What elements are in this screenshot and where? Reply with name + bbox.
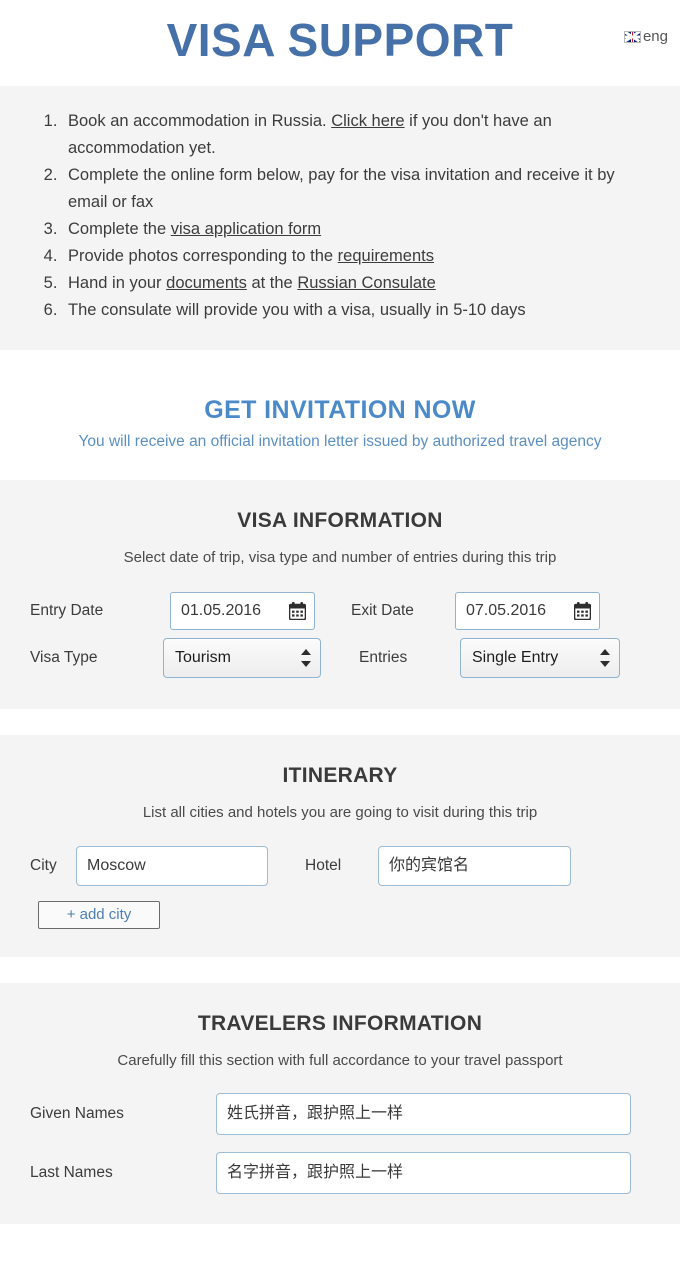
visa-type-label: Visa Type [30, 648, 98, 666]
chevron-updown-icon[interactable] [600, 648, 610, 667]
city-label: City [30, 856, 57, 874]
page-header: VISA SUPPORT eng [0, 0, 680, 86]
visa-information-title: VISA INFORMATION [237, 509, 443, 532]
chevron-updown-icon[interactable] [301, 648, 311, 667]
section-divider [0, 957, 680, 983]
city-hotel-row: City Moscow Hotel 你的宾馆名 [0, 842, 680, 889]
section-divider [0, 709, 680, 735]
given-names-row: Given Names 姓氏拼音，跟护照上一样 [0, 1090, 680, 1137]
calendar-icon[interactable] [289, 601, 306, 620]
instruction-link[interactable]: Russian Consulate [297, 274, 436, 292]
itinerary-subtitle: List all cities and hotels you are going… [142, 804, 538, 821]
instruction-text: Hand in your [68, 274, 167, 292]
dates-row: Entry Date 01.05.2016 Exit Date 07.05.20… [0, 587, 680, 634]
invitation-block: GET INVITATION NOW You will receive an o… [0, 350, 680, 480]
instruction-item: Hand in your documents at the Russian Co… [62, 270, 646, 297]
instruction-link[interactable]: requirements [338, 247, 434, 265]
calendar-icon[interactable] [574, 601, 591, 620]
instruction-item: The consulate will provide you with a vi… [62, 297, 646, 324]
instruction-link[interactable]: documents [166, 274, 247, 292]
entries-label: Entries [359, 648, 408, 666]
instruction-text: Provide photos corresponding to the [68, 247, 338, 265]
given-names-value: 姓氏拼音，跟护照上一样 [227, 1104, 404, 1122]
itinerary-fields: City Moscow Hotel 你的宾馆名 + add city [0, 842, 680, 929]
invitation-title: GET INVITATION NOW [204, 396, 476, 424]
entry-date-label: Entry Date [30, 601, 104, 619]
last-names-value: 名字拼音，跟护照上一样 [227, 1163, 404, 1181]
visa-information-section: VISA INFORMATION Select date of trip, vi… [0, 480, 680, 709]
itinerary-section: ITINERARY List all cities and hotels you… [0, 735, 680, 957]
visa-type-select[interactable]: Tourism [163, 637, 321, 678]
instruction-link[interactable]: Click here [331, 112, 404, 130]
instruction-text: Book an accommodation in Russia. [68, 112, 332, 130]
instruction-item: Book an accommodation in Russia. Click h… [62, 108, 646, 162]
page-title: VISA SUPPORT [166, 14, 514, 66]
given-names-input[interactable]: 姓氏拼音，跟护照上一样 [216, 1092, 631, 1135]
instruction-text: The consulate will provide you with a vi… [68, 301, 526, 319]
uk-flag-icon [623, 30, 641, 43]
instruction-text: at the [246, 274, 298, 292]
instruction-text: Complete the online form below, pay for … [68, 166, 615, 211]
instruction-link[interactable]: visa application form [171, 220, 321, 238]
entry-date-input[interactable]: 01.05.2016 [170, 591, 315, 630]
itinerary-title: ITINERARY [282, 764, 398, 787]
instructions-list: Book an accommodation in Russia. Click h… [0, 108, 680, 324]
hotel-input[interactable]: 你的宾馆名 [378, 845, 571, 886]
exit-date-value: 07.05.2016 [466, 601, 547, 619]
language-label: eng [642, 28, 668, 45]
travelers-information-fields: Given Names 姓氏拼音，跟护照上一样 Last Names 名字拼音，… [0, 1090, 680, 1196]
add-city-button[interactable]: + add city [38, 901, 160, 929]
exit-date-input[interactable]: 07.05.2016 [455, 591, 600, 630]
travelers-information-section: TRAVELERS INFORMATION Carefully fill thi… [0, 983, 680, 1224]
last-names-input[interactable]: 名字拼音，跟护照上一样 [216, 1151, 631, 1194]
last-names-label: Last Names [30, 1163, 113, 1181]
visa-information-subtitle: Select date of trip, visa type and numbe… [123, 549, 557, 566]
entries-value: Single Entry [472, 648, 559, 666]
language-switcher[interactable]: eng [623, 28, 668, 45]
instruction-text: Complete the [68, 220, 171, 238]
city-value: Moscow [87, 856, 146, 874]
visa-information-fields: Entry Date 01.05.2016 Exit Date 07.05.20… [0, 587, 680, 681]
given-names-label: Given Names [30, 1104, 124, 1122]
exit-date-label: Exit Date [351, 601, 414, 619]
entry-date-value: 01.05.2016 [181, 601, 262, 619]
visa-type-row: Visa Type Tourism Entries Single Entry [0, 634, 680, 681]
instructions-panel: Book an accommodation in Russia. Click h… [0, 86, 680, 350]
travelers-information-subtitle: Carefully fill this section with full ac… [117, 1052, 563, 1069]
travelers-information-title: TRAVELERS INFORMATION [197, 1012, 483, 1035]
city-input[interactable]: Moscow [76, 845, 268, 886]
invitation-subtitle: You will receive an official invitation … [78, 433, 602, 450]
hotel-value: 你的宾馆名 [389, 856, 470, 874]
last-names-row: Last Names 名字拼音，跟护照上一样 [0, 1149, 680, 1196]
entries-select[interactable]: Single Entry [460, 637, 620, 678]
instruction-item: Complete the online form below, pay for … [62, 162, 646, 216]
visa-type-value: Tourism [175, 648, 232, 666]
instruction-item: Provide photos corresponding to the requ… [62, 243, 646, 270]
instruction-item: Complete the visa application form [62, 216, 646, 243]
hotel-label: Hotel [305, 856, 342, 874]
